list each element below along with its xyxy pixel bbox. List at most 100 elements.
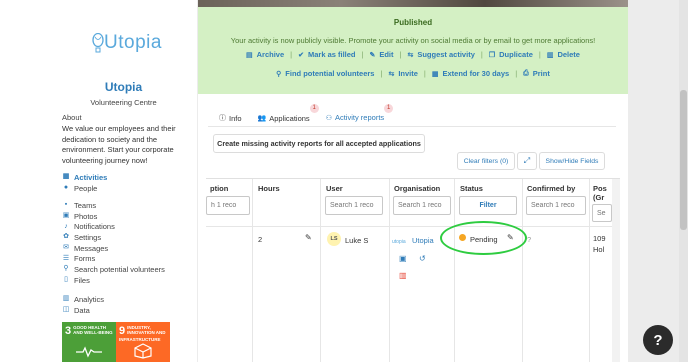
- utopia-logo[interactable]: Utopia: [92, 32, 162, 54]
- organisation-name[interactable]: Utopia: [412, 236, 434, 245]
- position-value: 109: [593, 234, 606, 243]
- calendar-icon: ▦: [431, 70, 439, 78]
- expand-icon[interactable]: ⤢: [517, 152, 537, 170]
- duplicate-label: Duplicate: [499, 50, 533, 59]
- clear-filters-button[interactable]: Clear filters (0): [457, 152, 515, 170]
- mark-as-filled-label: Mark as filled: [307, 50, 356, 59]
- find-volunteers-button[interactable]: ⚲ Find potential volunteers: [276, 69, 374, 78]
- sidebar-item-label: Data: [74, 305, 90, 315]
- sidebar-item-analytics[interactable]: ▥ Analytics: [62, 294, 104, 305]
- sidebar-item-teams[interactable]: ▪ Teams: [62, 200, 165, 211]
- tab-activity-reports[interactable]: ⚇ Activity reports 1: [322, 104, 394, 127]
- status-highlight-annotation: [440, 221, 527, 255]
- tab-label: Activity reports: [334, 113, 385, 122]
- share-icon: ⇆: [388, 70, 395, 78]
- people-icon: 👥: [257, 115, 267, 122]
- print-button[interactable]: ⎙ Print: [523, 69, 550, 78]
- sidebar-item-label: Messages: [74, 243, 109, 253]
- user-check-icon: ⚇: [325, 114, 332, 122]
- about-text: We value our employees and their dedicat…: [62, 124, 176, 165]
- print-icon: ⎙: [523, 69, 529, 77]
- position-value-2: Hol: [593, 245, 605, 254]
- create-missing-reports-button[interactable]: Create missing activity reports for all …: [213, 134, 425, 153]
- sidebar-item-activities[interactable]: ▦ Activities: [62, 172, 108, 183]
- people-icon: ●: [63, 184, 69, 192]
- table-scrollbar[interactable]: [612, 179, 620, 362]
- hours-value: 2: [258, 235, 263, 244]
- mark-as-filled-button[interactable]: ✔ Mark as filled: [298, 50, 355, 59]
- print-label: Print: [532, 69, 550, 78]
- column-header-description[interactable]: ption: [210, 184, 228, 193]
- column-divider: [320, 179, 321, 362]
- user-filter-input[interactable]: [325, 196, 383, 215]
- divider: |: [361, 50, 364, 59]
- reports-count-badge: 1: [384, 104, 394, 113]
- divider: |: [538, 50, 541, 59]
- column-header-user[interactable]: User: [326, 184, 343, 193]
- database-icon: ◫: [62, 306, 70, 314]
- activity-hero-image: [198, 0, 628, 7]
- column-header-organisation[interactable]: Organisation: [394, 184, 440, 193]
- position-filter-input[interactable]: [592, 204, 612, 222]
- sidebar-item-search-volunteers[interactable]: ⚲ Search potential volunteers: [62, 264, 164, 275]
- confirmed-by-filter-input[interactable]: [526, 196, 586, 215]
- photos-icon: ▣: [62, 212, 70, 220]
- divider: |: [290, 50, 293, 59]
- column-header-position-sub: (Gr: [593, 193, 605, 202]
- tab-label: Applications: [269, 113, 310, 123]
- sdg-goal-3[interactable]: 3 GOOD HEALTH AND WELL-BEING: [62, 322, 116, 362]
- sidebar-item-data[interactable]: ◫ Data: [62, 305, 104, 316]
- sdg-goal-9[interactable]: 9 INDUSTRY, INNOVATION AND INFRASTRUCTUR…: [116, 322, 170, 362]
- nav-group-main: ▦ Activities ● People: [62, 172, 108, 194]
- archive-label: Archive: [256, 50, 285, 59]
- column-header-position[interactable]: Pos: [593, 184, 607, 193]
- trash-icon: ▥: [546, 51, 554, 59]
- sdg-badges: 3 GOOD HEALTH AND WELL-BEING 9 INDUSTRY,…: [62, 322, 170, 362]
- extend-button[interactable]: ▦ Extend for 30 days: [432, 69, 509, 78]
- status-filter-button[interactable]: Filter: [459, 196, 517, 215]
- trash-icon[interactable]: ▥: [399, 271, 407, 280]
- sidebar-item-label: People: [74, 183, 98, 193]
- sidebar-item-forms[interactable]: ☰ Forms: [62, 253, 165, 264]
- edit-button[interactable]: ✎ Edit: [369, 50, 393, 59]
- utopia-mini-logo-icon: utopia: [392, 239, 406, 244]
- heartbeat-icon: [76, 346, 102, 358]
- sidebar-item-settings[interactable]: ✿ Settings: [62, 232, 165, 243]
- column-header-status[interactable]: Status: [460, 184, 483, 193]
- archive-button[interactable]: ▤ Archive: [246, 50, 284, 59]
- tab-info[interactable]: ⓘ Info: [216, 110, 245, 127]
- description-filter-input[interactable]: [206, 196, 250, 215]
- applications-count-badge: 1: [309, 104, 319, 113]
- sidebar-item-photos[interactable]: ▣ Photos: [62, 211, 165, 222]
- show-hide-fields-button[interactable]: Show/Hide Fields: [539, 152, 605, 170]
- divider: |: [515, 69, 518, 78]
- column-header-hours[interactable]: Hours: [258, 184, 280, 193]
- page-scrollbar-thumb[interactable]: [680, 90, 687, 230]
- divider: |: [399, 50, 402, 59]
- history-icon[interactable]: ↺: [419, 254, 426, 263]
- sidebar-item-messages[interactable]: ✉ Messages: [62, 243, 165, 254]
- sidebar-item-people[interactable]: ● People: [62, 183, 107, 194]
- view-icon[interactable]: ▣: [399, 254, 407, 263]
- main-content: Published Your activity is now publicly …: [198, 0, 628, 362]
- tab-applications[interactable]: 👥 Applications 1: [255, 104, 319, 127]
- help-button[interactable]: ?: [643, 325, 673, 355]
- sidebar-item-label: Photos: [74, 211, 98, 221]
- action-row-secondary: ⚲ Find potential volunteers | ⇆ Invite | ▦…: [198, 69, 628, 78]
- delete-button[interactable]: ▥ Delete: [547, 50, 580, 59]
- organisation-filter-input[interactable]: [393, 196, 451, 215]
- sidebar-item-files[interactable]: ▯ Files: [62, 275, 165, 286]
- invite-button[interactable]: ⇆ Invite: [388, 69, 417, 78]
- calendar-icon: ▦: [62, 173, 70, 181]
- bell-icon: ♪: [64, 222, 68, 230]
- column-header-confirmed-by[interactable]: Confirmed by: [527, 184, 575, 193]
- delete-label: Delete: [557, 50, 580, 59]
- logo-text: Utopia: [104, 32, 162, 53]
- suggest-activity-button[interactable]: ⇆ Suggest activity: [407, 50, 474, 59]
- edit-hours-icon[interactable]: ✎: [305, 233, 312, 242]
- copy-icon: ❐: [488, 51, 496, 59]
- search-icon: ⚲: [63, 265, 69, 273]
- sidebar-item-notifications[interactable]: ♪ Notifications: [62, 221, 165, 232]
- duplicate-button[interactable]: ❐ Duplicate: [489, 50, 533, 59]
- user-name[interactable]: Luke S: [345, 236, 368, 245]
